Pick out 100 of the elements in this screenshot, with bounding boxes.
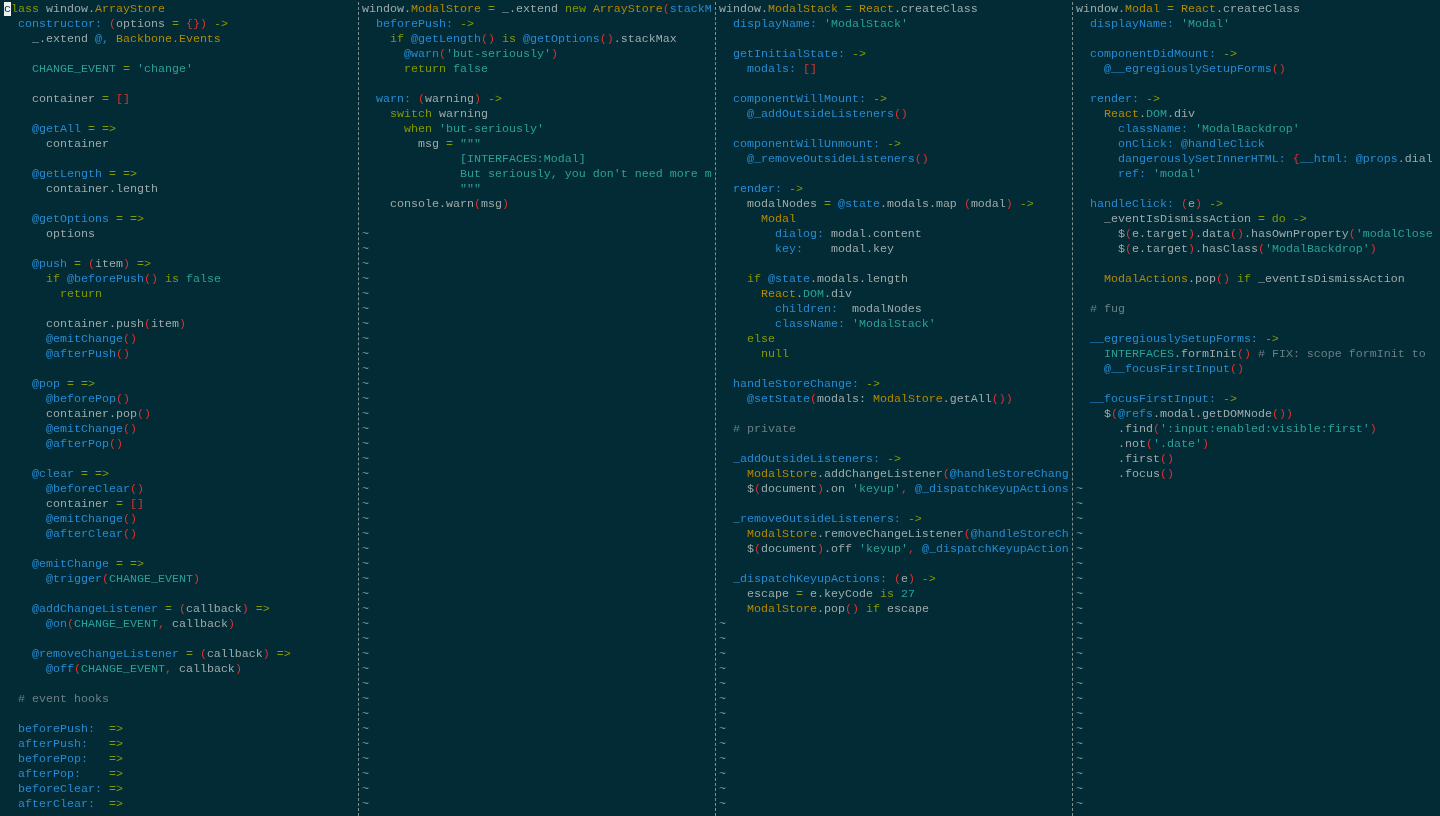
tilde-marker: ~	[362, 467, 369, 482]
tilde-marker: ~	[362, 497, 369, 512]
code-line: getInitialState: ->	[732, 47, 866, 62]
code-line: ModalStore.removeChangeListener(@handleStoreCh	[745, 527, 1069, 542]
code-line: @afterClear()	[44, 527, 137, 542]
code-line: return	[58, 287, 102, 302]
code-line: warn: (warning) ->	[375, 92, 502, 107]
tilde-marker: ~	[362, 722, 369, 737]
code-line: handleClick: (e) ->	[1089, 197, 1223, 212]
code-line: @getLength = =>	[30, 167, 137, 182]
tilde-marker: ~	[1076, 542, 1083, 557]
code-line: [INTERFACES:Modal]	[458, 152, 586, 167]
code-line: if @beforePush() is false	[44, 272, 221, 287]
tilde-marker: ~	[362, 587, 369, 602]
code-line: $(@refs.modal.getDOMNode())	[1102, 407, 1293, 422]
code-line: ModalStore.pop() if escape	[745, 602, 929, 617]
code-line: children: modalNodes	[773, 302, 922, 317]
tilde-marker: ~	[362, 227, 369, 242]
code-line: afterClear: =>	[17, 797, 123, 812]
code-line: handleStoreChange: ->	[732, 377, 880, 392]
tilde-marker: ~	[362, 572, 369, 587]
tilde-marker: ~	[362, 557, 369, 572]
code-line: container.length	[44, 182, 158, 197]
code-line: msg = """	[416, 137, 481, 152]
tilde-marker: ~	[719, 647, 726, 662]
code-line: INTERFACES.formInit() # FIX: scope formInit to	[1102, 347, 1426, 362]
code-line: ref: 'modal'	[1116, 167, 1202, 182]
tilde-marker: ~	[362, 482, 369, 497]
code-line: className: 'ModalBackdrop'	[1116, 122, 1300, 137]
code-line: console.warn(msg)	[388, 197, 509, 212]
code-line: @__egregiouslySetupForms()	[1102, 62, 1286, 77]
code-line: constructor: (options = {}) ->	[17, 17, 228, 32]
code-line: afterPush: =>	[17, 737, 123, 752]
tilde-marker: ~	[1076, 767, 1083, 782]
code-line: null	[759, 347, 789, 362]
code-line: afterPop: =>	[17, 767, 123, 782]
tilde-marker: ~	[1076, 602, 1083, 617]
code-line: class window.ArrayStore	[4, 2, 165, 17]
tilde-marker: ~	[362, 332, 369, 347]
code-line: But seriously, you don't need more m	[458, 167, 712, 182]
code-line: @beforeClear()	[44, 482, 144, 497]
code-line: window.Modal = React.createClass	[1076, 2, 1300, 17]
code-line: componentWillMount: ->	[732, 92, 887, 107]
tilde-marker: ~	[362, 542, 369, 557]
code-line: container	[44, 137, 109, 152]
tilde-marker: ~	[719, 692, 726, 707]
code-line: @__focusFirstInput()	[1102, 362, 1244, 377]
code-line: componentDidMount: ->	[1089, 47, 1237, 62]
code-line: beforePop: =>	[17, 752, 123, 767]
tilde-marker: ~	[362, 647, 369, 662]
code-line: displayName: 'ModalStack'	[732, 17, 908, 32]
code-line: container.pop()	[44, 407, 151, 422]
code-line: # event hooks	[17, 692, 109, 707]
code-line: .not('.date')	[1116, 437, 1209, 452]
code-line: _.extend @, Backbone.Events	[30, 32, 221, 47]
tilde-marker: ~	[362, 347, 369, 362]
tilde-marker: ~	[362, 797, 369, 812]
tilde-marker: ~	[362, 512, 369, 527]
tilde-marker: ~	[362, 377, 369, 392]
code-line: @clear = =>	[30, 467, 109, 482]
tilde-marker: ~	[719, 737, 726, 752]
code-line: @_removeOutsideListeners()	[745, 152, 929, 167]
tilde-marker: ~	[719, 722, 726, 737]
code-line: ModalStore.addChangeListener(@handleStoreChang	[745, 467, 1069, 482]
tilde-marker: ~	[362, 602, 369, 617]
tilde-marker: ~	[719, 662, 726, 677]
code-line: @getAll = =>	[30, 122, 116, 137]
tilde-marker: ~	[362, 407, 369, 422]
code-line: @pop = =>	[30, 377, 95, 392]
code-line: dangerouslySetInnerHTML: {__html: @props.dial	[1116, 152, 1433, 167]
tilde-marker: ~	[362, 752, 369, 767]
code-line: @emitChange()	[44, 422, 137, 437]
code-line: if @state.modals.length	[745, 272, 908, 287]
tilde-marker: ~	[1076, 752, 1083, 767]
code-line: ModalActions.pop() if _eventIsDismissAction	[1102, 272, 1405, 287]
tilde-marker: ~	[362, 617, 369, 632]
tilde-marker: ~	[1076, 632, 1083, 647]
code-line: $(document).off 'keyup', @_dispatchKeyupAction	[745, 542, 1069, 557]
tilde-marker: ~	[1076, 662, 1083, 677]
tilde-marker: ~	[362, 782, 369, 797]
code-line: @trigger(CHANGE_EVENT)	[44, 572, 200, 587]
tilde-marker: ~	[362, 437, 369, 452]
tilde-marker: ~	[362, 302, 369, 317]
tilde-marker: ~	[362, 362, 369, 377]
tilde-marker: ~	[719, 797, 726, 812]
code-line: $(e.target).data().hasOwnProperty('modalClose	[1116, 227, 1433, 242]
tilde-marker: ~	[1076, 677, 1083, 692]
tilde-marker: ~	[719, 767, 726, 782]
code-line: @off(CHANGE_EVENT, callback)	[44, 662, 242, 677]
code-line: _eventIsDismissAction = do ->	[1102, 212, 1307, 227]
tilde-marker: ~	[1076, 737, 1083, 752]
tilde-marker: ~	[1076, 587, 1083, 602]
code-line: $(e.target).hasClass('ModalBackdrop')	[1116, 242, 1377, 257]
code-line: className: 'ModalStack'	[773, 317, 936, 332]
tilde-marker: ~	[362, 737, 369, 752]
code-line: @_addOutsideListeners()	[745, 107, 908, 122]
code-line: window.ModalStack = React.createClass	[719, 2, 978, 17]
code-line: @addChangeListener = (callback) =>	[30, 602, 270, 617]
code-line: render: ->	[732, 182, 803, 197]
code-line: return false	[402, 62, 488, 77]
